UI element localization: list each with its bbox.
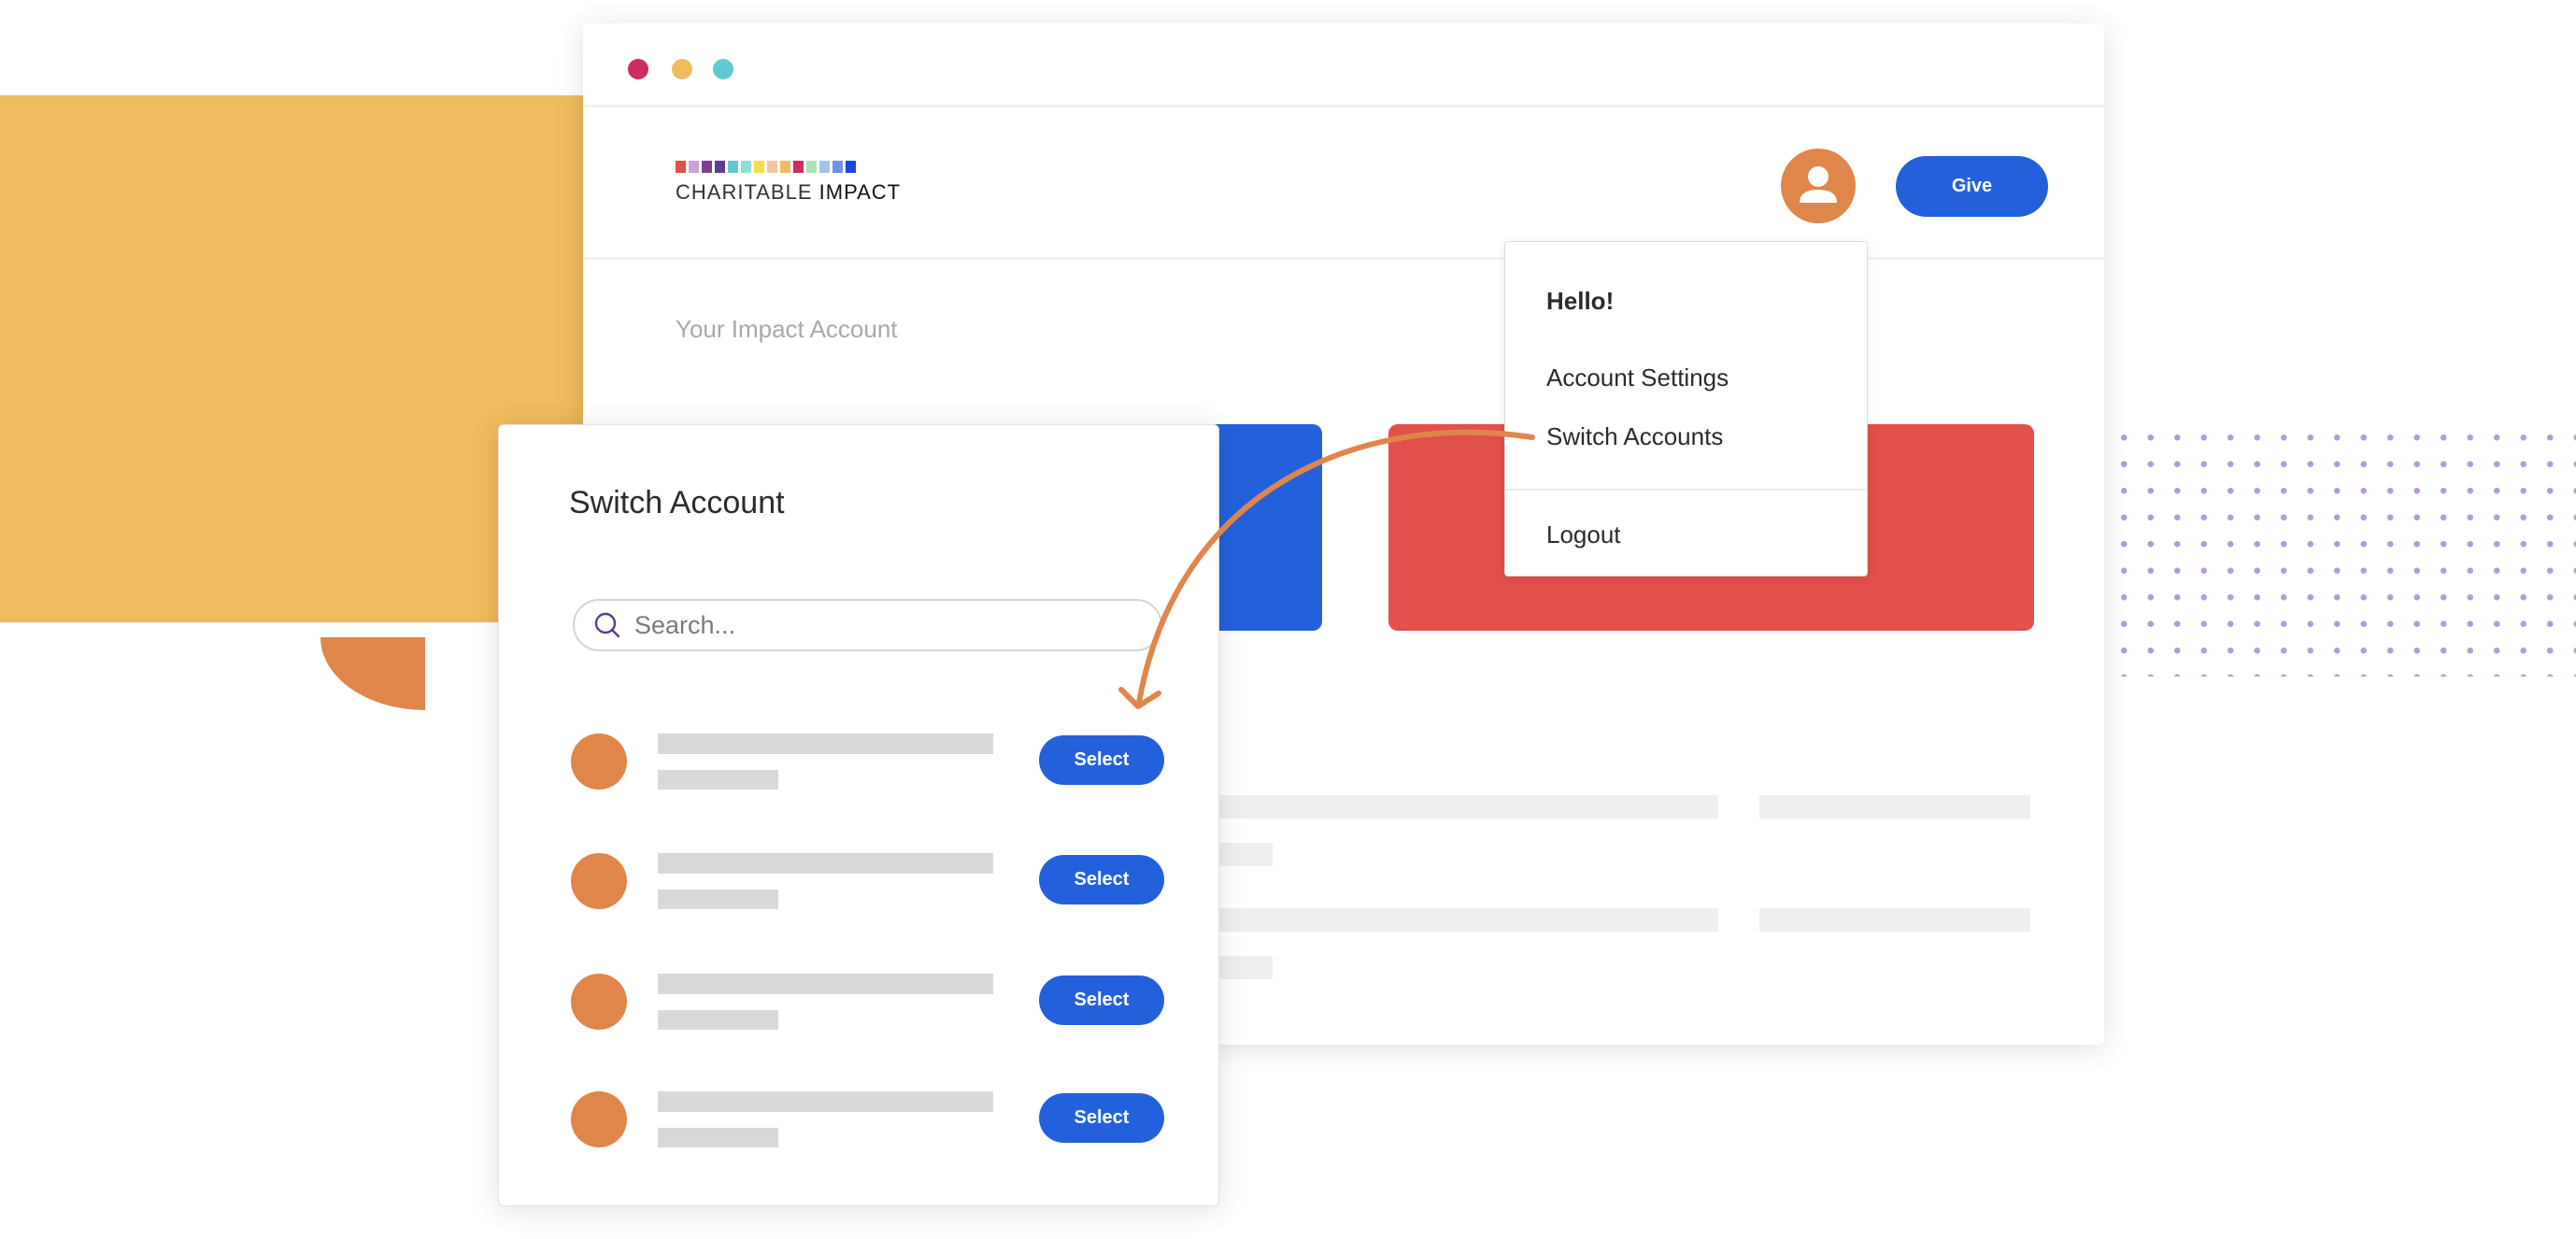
menu-item-switch-accounts[interactable]: Switch Accounts bbox=[1546, 422, 1723, 451]
account-name-placeholder bbox=[658, 853, 993, 874]
page-title: Your Impact Account bbox=[676, 315, 898, 343]
logo-color-bar bbox=[741, 161, 751, 173]
user-dropdown-menu: Hello! Account Settings Switch Accounts … bbox=[1504, 241, 1868, 577]
window-close-button[interactable] bbox=[628, 59, 648, 79]
placeholder-line bbox=[1759, 908, 2030, 932]
placeholder-line bbox=[1759, 795, 2030, 819]
account-list-item: Select bbox=[499, 733, 1218, 790]
logo-color-bar bbox=[689, 161, 699, 173]
account-detail-placeholder bbox=[658, 1010, 778, 1030]
give-button[interactable]: Give bbox=[1896, 156, 2048, 217]
charitable-impact-logo[interactable]: CHARITABLE IMPACT bbox=[676, 161, 901, 205]
logo-text: CHARITABLE IMPACT bbox=[676, 180, 901, 205]
account-name-placeholder bbox=[658, 1091, 993, 1112]
logo-color-bar bbox=[806, 161, 817, 173]
select-account-button[interactable]: Select bbox=[1039, 735, 1164, 785]
search-icon bbox=[594, 612, 620, 638]
logo-color-bar bbox=[819, 161, 830, 173]
logo-color-bar bbox=[793, 161, 804, 173]
logo-color-bar bbox=[702, 161, 712, 173]
menu-divider bbox=[1505, 489, 1867, 491]
search-input[interactable] bbox=[634, 610, 1139, 640]
search-field[interactable] bbox=[573, 599, 1162, 651]
logo-color-bar bbox=[767, 161, 777, 173]
account-list-item: Select bbox=[499, 853, 1218, 909]
account-avatar bbox=[571, 1091, 627, 1147]
select-account-button[interactable]: Select bbox=[1039, 976, 1164, 1025]
account-avatar bbox=[571, 853, 627, 909]
menu-greeting: Hello! bbox=[1546, 287, 1615, 315]
logo-color-bar bbox=[728, 161, 738, 173]
divider bbox=[583, 257, 2104, 260]
account-name-placeholder bbox=[658, 974, 993, 994]
account-detail-placeholder bbox=[658, 890, 778, 909]
decorative-dot-pattern bbox=[2111, 424, 2576, 676]
logo-color-bar bbox=[780, 161, 790, 173]
logo-color-bar bbox=[676, 161, 686, 173]
logo-color-bar bbox=[754, 161, 764, 173]
decorative-yellow-block bbox=[0, 95, 583, 622]
window-maximize-button[interactable] bbox=[713, 59, 733, 79]
account-detail-placeholder bbox=[658, 1128, 778, 1147]
window-minimize-button[interactable] bbox=[672, 59, 692, 79]
user-icon bbox=[1800, 166, 1837, 203]
decorative-orange-shape bbox=[320, 637, 425, 710]
account-list-item: Select bbox=[499, 974, 1218, 1030]
account-avatar bbox=[571, 974, 627, 1030]
logo-text-light: CHARITABLE bbox=[676, 180, 813, 204]
logo-color-bar bbox=[846, 161, 856, 173]
menu-item-account-settings[interactable]: Account Settings bbox=[1546, 363, 1729, 392]
account-detail-placeholder bbox=[658, 770, 778, 790]
logo-text-bold: IMPACT bbox=[818, 180, 902, 204]
switch-account-modal: Switch Account Select Select Select Sele… bbox=[498, 424, 1219, 1206]
divider bbox=[583, 105, 2104, 107]
account-avatar bbox=[571, 733, 627, 790]
select-account-button[interactable]: Select bbox=[1039, 855, 1164, 904]
user-avatar-button[interactable] bbox=[1781, 149, 1856, 223]
modal-title: Switch Account bbox=[569, 485, 785, 520]
logo-color-bar bbox=[715, 161, 725, 173]
select-account-button[interactable]: Select bbox=[1039, 1093, 1164, 1143]
account-name-placeholder bbox=[658, 733, 993, 754]
logo-color-bars bbox=[676, 161, 901, 173]
menu-item-logout[interactable]: Logout bbox=[1546, 520, 1621, 549]
account-list-item: Select bbox=[499, 1091, 1218, 1147]
logo-color-bar bbox=[833, 161, 843, 173]
